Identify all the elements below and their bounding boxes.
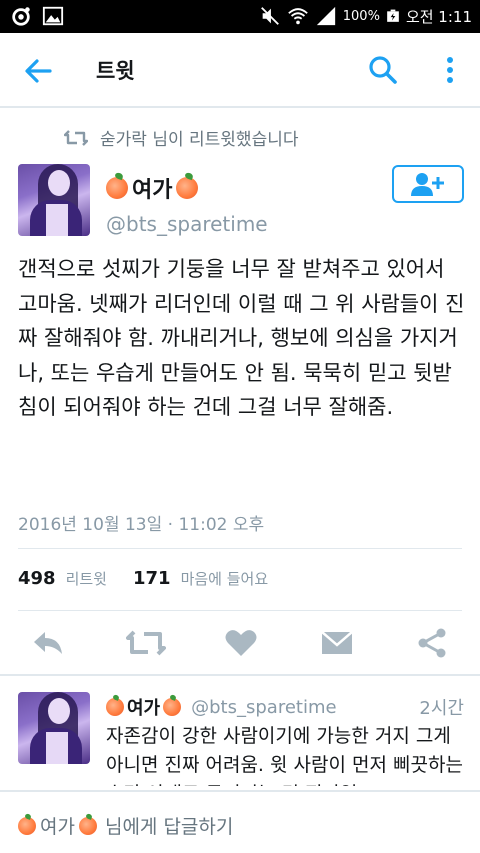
peach-emoji-icon: [106, 698, 124, 716]
retweet-icon[interactable]: [126, 628, 166, 658]
retweet-count-label[interactable]: 리트윗: [66, 568, 107, 589]
direct-message-icon[interactable]: [320, 628, 354, 658]
reply-header[interactable]: 여가 @bts_sparetime 2시간: [106, 694, 466, 720]
retweet-context-label: 숟가락 님이 리트윗했습니다: [100, 130, 299, 150]
peach-emoji-icon: [78, 816, 97, 835]
gallery-icon: [42, 6, 64, 26]
reply-time: 2시간: [419, 698, 464, 719]
app-bar: 트윗: [0, 33, 480, 108]
tweet-text: 갠적으로 섯찌가 기둥을 너무 잘 받쳐주고 있어서 고마움. 넷째가 리더인데…: [18, 257, 465, 419]
reply-text[interactable]: 자존감이 강한 사람이기에 가능한 거지 그게 아니면 진짜 어려움. 윗 사람…: [106, 722, 468, 786]
peach-emoji-icon: [106, 177, 128, 199]
share-icon[interactable]: [415, 628, 449, 658]
author-block[interactable]: 여가 @bts_sparetime: [106, 172, 268, 236]
mute-icon: [260, 7, 279, 25]
reply-author-name: 여가: [127, 698, 161, 719]
camera-icon: [12, 7, 30, 26]
clock: 오전 1:11: [405, 7, 472, 26]
divider: [18, 548, 462, 549]
tweet-actions: [0, 622, 480, 666]
reply-target-name: 여가: [40, 816, 75, 838]
retweet-context[interactable]: 숟가락 님이 리트윗했습니다: [64, 125, 299, 150]
reply-author-name-row: 여가: [106, 694, 182, 720]
battery-charging-icon: [387, 9, 399, 22]
reply-author-handle: @bts_sparetime: [191, 696, 337, 718]
retweet-count[interactable]: 498: [18, 568, 56, 589]
tweet-stats: 498 리트윗 171 마음에 들어요: [18, 568, 284, 589]
reply-icon[interactable]: [31, 628, 65, 658]
author-handle: @bts_sparetime: [106, 212, 268, 236]
retweet-small-icon: [64, 129, 88, 146]
avatar[interactable]: [18, 164, 90, 236]
divider: [18, 610, 462, 611]
like-count[interactable]: 171: [133, 568, 171, 589]
add-user-icon: [411, 173, 444, 196]
follow-button[interactable]: [392, 165, 464, 203]
more-options-icon[interactable]: [440, 54, 460, 86]
wifi-icon: [287, 8, 308, 25]
status-bar: 100% 오전 1:11: [0, 0, 480, 33]
peach-emoji-icon: [18, 816, 36, 835]
peach-emoji-icon: [176, 177, 199, 199]
reply-composer[interactable]: 여가 님에게 답글하기: [0, 790, 480, 853]
signal-icon: [316, 6, 335, 26]
search-icon[interactable]: [367, 54, 399, 86]
like-count-label[interactable]: 마음에 들어요: [181, 568, 269, 589]
tweet-timestamp: 2016년 10월 13일 · 11:02 오후: [18, 515, 265, 535]
reply-prompt: 님에게 답글하기: [104, 816, 234, 838]
author-name: 여가: [132, 178, 173, 203]
like-heart-icon[interactable]: [224, 628, 258, 658]
author-name-row: 여가: [106, 172, 268, 204]
page-title: 트윗: [96, 59, 135, 83]
reply-avatar[interactable]: [18, 692, 90, 764]
divider: [0, 674, 480, 676]
peach-emoji-icon: [163, 698, 182, 716]
battery-percent: 100%: [342, 8, 380, 24]
back-arrow-icon[interactable]: [22, 55, 54, 87]
